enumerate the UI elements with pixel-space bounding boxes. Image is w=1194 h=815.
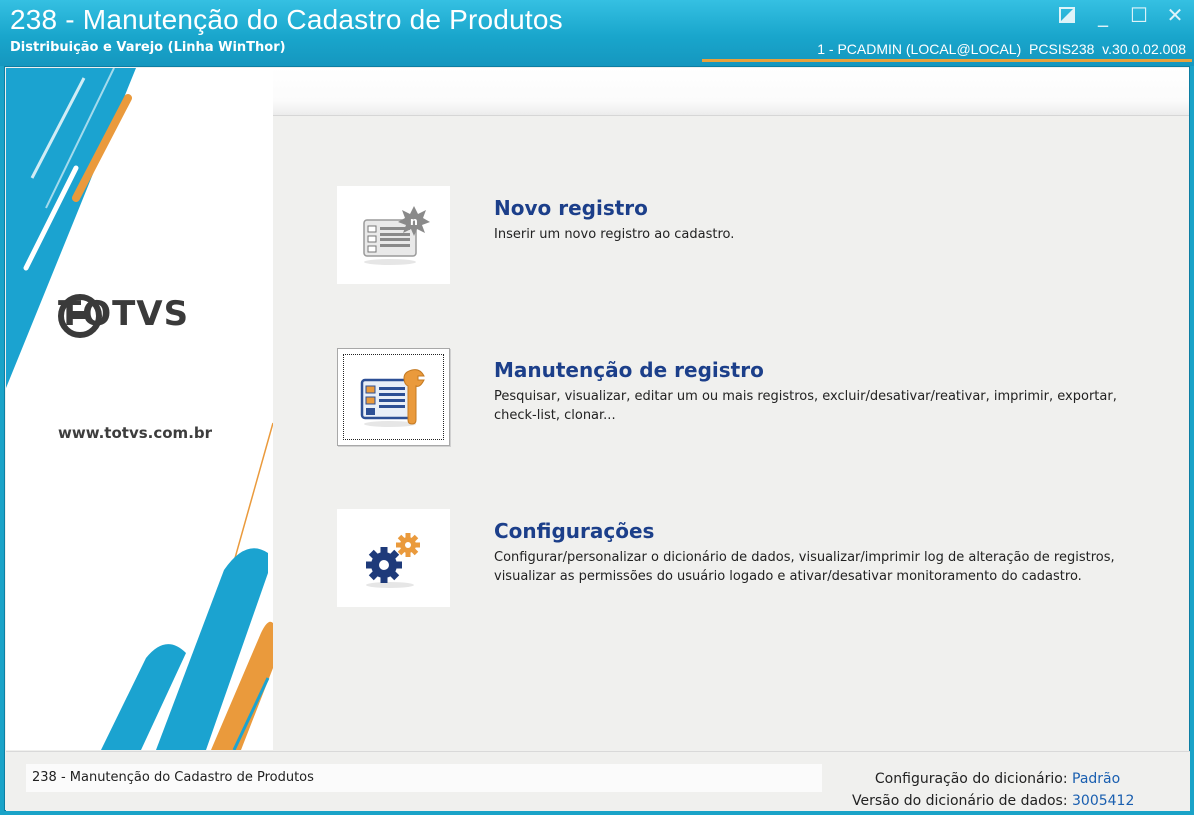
maintenance-record-icon — [360, 369, 425, 427]
window-controls: _ ☐ ✕ — [1056, 3, 1186, 27]
session-info: 1 - PCADMIN (LOCAL@LOCAL) PCSIS238 v.30.… — [817, 41, 1186, 57]
dict-version-label: Versão do dicionário de dados: — [851, 793, 1068, 809]
dict-config-value: Padrão — [1072, 771, 1121, 787]
settings-button[interactable] — [337, 509, 450, 607]
maintenance-record-description: Pesquisar, visualizar, editar um ou mais… — [494, 389, 1117, 423]
main-frame: TOTVS www.totvs.com.br n Novo registro I… — [4, 66, 1190, 811]
dict-version-row: Versão do dicionário de dados: 3005412 — [852, 790, 1138, 812]
banner-decoration — [6, 68, 273, 750]
window-subtitle: Distribuição e Varejo (Linha WinThor) — [10, 40, 286, 55]
dict-version-value: 3005412 — [1072, 793, 1135, 809]
title-underline — [702, 59, 1192, 62]
maintenance-record-title[interactable]: Manutenção de registro — [494, 358, 764, 382]
website-label: www.totvs.com.br — [58, 424, 213, 442]
totvs-logo-icon — [58, 294, 102, 338]
dict-config-label: Configuração do dicionário: — [874, 771, 1068, 787]
new-record-title[interactable]: Novo registro — [494, 196, 648, 220]
new-record-button[interactable]: n — [337, 186, 450, 284]
gears-icon — [365, 533, 420, 588]
restore-button[interactable] — [1056, 4, 1078, 26]
settings-description: Configurar/personalizar o dicionário de … — [494, 550, 1115, 584]
status-text: 238 - Manutenção do Cadastro de Produtos — [26, 764, 822, 792]
title-bar[interactable]: 238 - Manutenção do Cadastro de Produtos… — [0, 0, 1194, 66]
dictionary-info: Configuração do dicionário: Padrão Versã… — [852, 768, 1138, 812]
settings-title[interactable]: Configurações — [494, 519, 654, 543]
window-title: 238 - Manutenção do Cadastro de Produtos — [10, 4, 563, 35]
svg-text:n: n — [410, 215, 418, 228]
status-bar: 238 - Manutenção do Cadastro de Produtos… — [6, 751, 1190, 811]
restore-icon — [1059, 7, 1075, 23]
dict-config-row: Configuração do dicionário: Padrão — [852, 768, 1138, 790]
content-header-strip — [273, 68, 1189, 116]
left-banner: TOTVS www.totvs.com.br — [6, 68, 273, 750]
totvs-logo: TOTVS — [58, 294, 189, 338]
maximize-button[interactable]: ☐ — [1128, 3, 1150, 27]
close-button[interactable]: ✕ — [1164, 3, 1186, 27]
maintenance-record-button[interactable] — [337, 348, 450, 446]
new-record-icon: n — [362, 206, 430, 265]
minimize-button[interactable]: _ — [1092, 3, 1114, 27]
new-record-description: Inserir um novo registro ao cadastro. — [494, 227, 735, 242]
